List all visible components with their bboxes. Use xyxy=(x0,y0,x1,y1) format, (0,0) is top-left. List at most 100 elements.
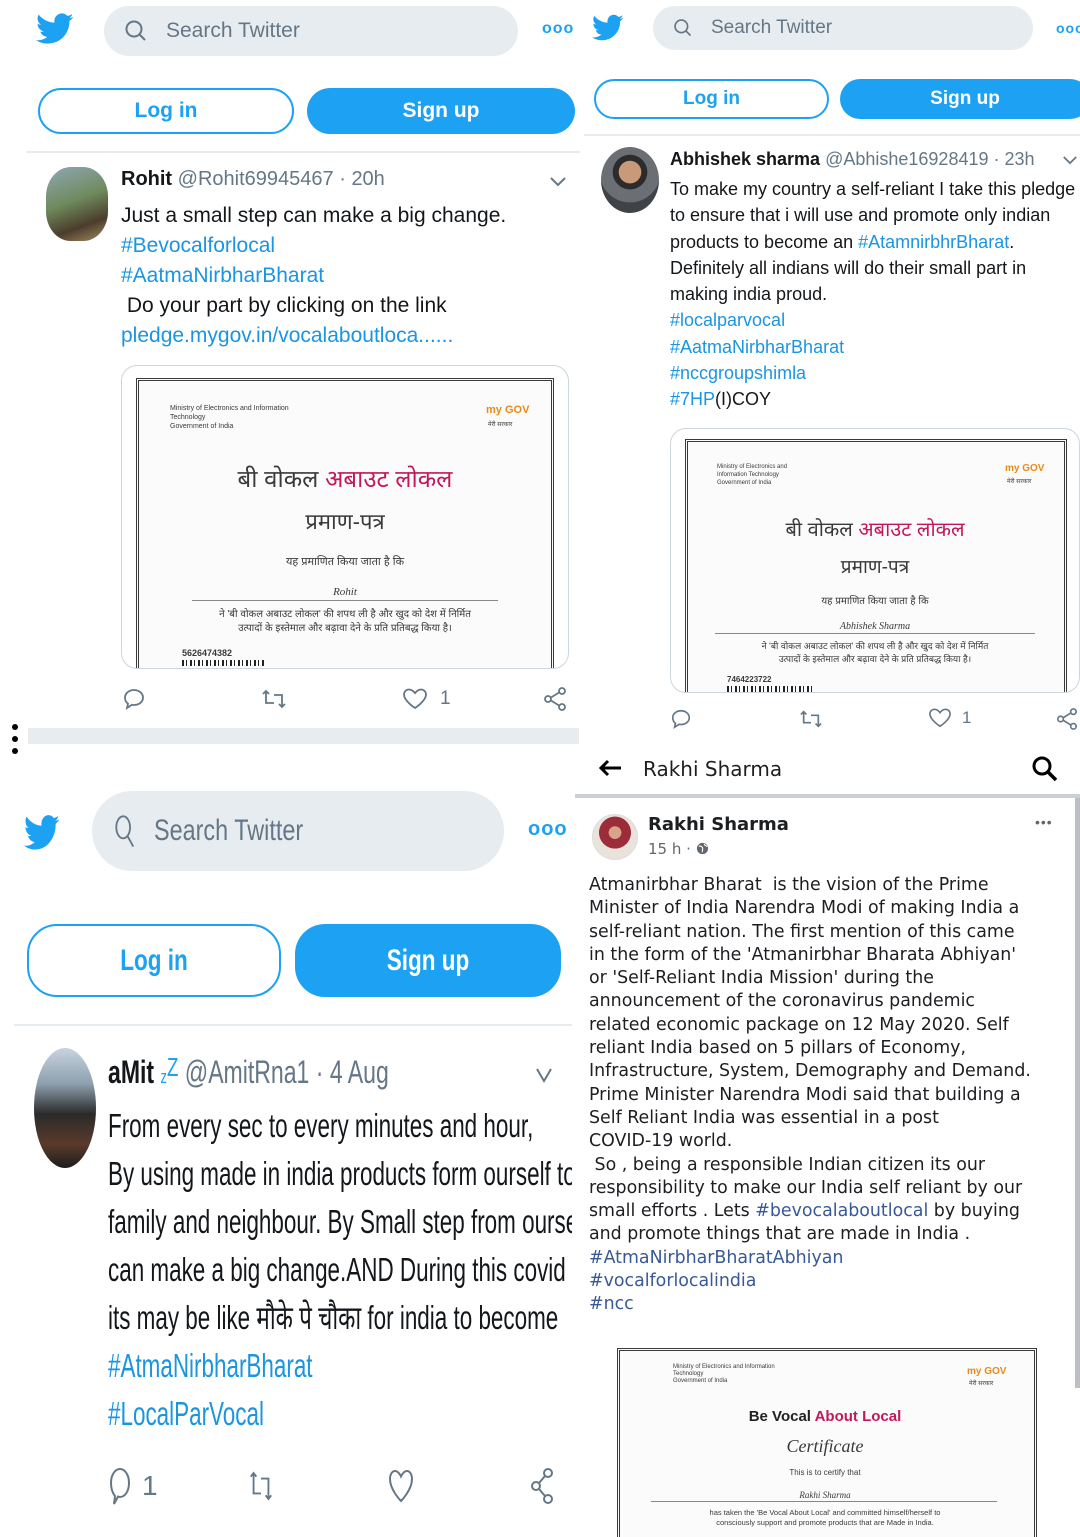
tweet-time[interactable]: 20h xyxy=(351,168,384,190)
heart-icon xyxy=(388,1469,414,1503)
page-title: Rakhi Sharma xyxy=(643,757,783,781)
reply-button[interactable]: 1 xyxy=(108,1466,158,1506)
hashtag[interactable]: #AtmaNirbharBharat xyxy=(108,1342,572,1390)
avatar[interactable] xyxy=(46,167,108,241)
hashtag[interactable]: #LocalParVocal xyxy=(108,1390,572,1438)
search-placeholder: Search Twitter xyxy=(711,17,833,38)
hashtag[interactable]: #vocalforlocalindia xyxy=(589,1270,1031,1293)
reply-button[interactable] xyxy=(122,687,146,711)
login-button[interactable]: Log in xyxy=(594,79,829,119)
reply-icon xyxy=(124,689,144,710)
tweet-panel-abhishek: Search Twitter ooo Log in Sign up Abhish… xyxy=(584,0,1080,745)
login-button[interactable]: Log in xyxy=(27,924,281,997)
twitter-bird-icon[interactable] xyxy=(592,14,624,42)
chevron-down-icon[interactable] xyxy=(535,1066,553,1084)
mygov-logo: my GOV xyxy=(1005,463,1045,474)
twitter-bird-icon[interactable] xyxy=(36,12,74,46)
hashtag[interactable]: #nccgroupshimla xyxy=(670,360,1075,386)
signup-button[interactable]: Sign up xyxy=(295,924,561,997)
more-icon[interactable]: ooo xyxy=(542,20,574,38)
hashtag[interactable]: #ncc xyxy=(589,1293,1031,1316)
tweet-header: Rohit @Rohit69945467 · 20h xyxy=(121,168,385,190)
scroll-divider xyxy=(28,728,579,744)
hashtag[interactable]: #localparvocal xyxy=(670,307,1075,333)
user-handle[interactable]: @AmitRna1 xyxy=(185,1054,310,1090)
search-bar[interactable]: Search Twitter xyxy=(653,6,1033,50)
search-bar[interactable]: Search Twitter xyxy=(92,791,504,871)
hashtag[interactable]: #AtmaNirbharBharatAbhiyan xyxy=(589,1247,1031,1270)
like-button[interactable] xyxy=(388,1468,414,1504)
barcode xyxy=(727,686,813,692)
signature: Rohit xyxy=(333,586,357,598)
post-time[interactable]: 15 h xyxy=(648,840,681,858)
avatar[interactable] xyxy=(34,1048,96,1168)
heart-icon xyxy=(403,688,427,710)
signup-button[interactable]: Sign up xyxy=(307,88,575,134)
back-arrow-icon[interactable] xyxy=(597,758,623,778)
user-name[interactable]: Rohit xyxy=(121,168,172,190)
scrollbar[interactable] xyxy=(1075,798,1080,1388)
tweet-time[interactable]: 23h xyxy=(1005,149,1035,169)
share-button[interactable] xyxy=(1056,707,1078,731)
retweet-button[interactable] xyxy=(798,708,824,730)
twitter-bird-icon[interactable] xyxy=(24,804,60,856)
user-name[interactable]: aMit xyxy=(108,1054,154,1090)
hashtag[interactable]: #7HP xyxy=(670,389,715,409)
post-author[interactable]: Rakhi Sharma xyxy=(648,814,789,835)
user-handle[interactable]: @Rohit69945467 xyxy=(178,168,334,190)
divider xyxy=(14,1024,572,1026)
certificate-image[interactable]: Ministry of Electronics and Information … xyxy=(615,1346,1037,1537)
certificate-title: बी वोकल अबाउट लोकल xyxy=(785,519,965,541)
search-placeholder: Search Twitter xyxy=(154,814,304,847)
certificate-title: Be Vocal About Local xyxy=(748,1408,902,1425)
certificate-number: 5626474382 xyxy=(182,648,233,658)
post-body: Atmanirbhar Bharat is the vision of the … xyxy=(589,874,1031,1317)
reply-icon xyxy=(671,709,691,730)
post-meta: 15 h · xyxy=(648,840,709,858)
tweet-text: Just a small step can make a big change.… xyxy=(121,201,506,351)
avatar[interactable] xyxy=(601,147,659,213)
certificate-title: बी वोकल अबाउट लोकल xyxy=(237,466,453,493)
signature: Rakhi Sharma xyxy=(799,1490,851,1500)
globe-icon xyxy=(696,842,708,855)
retweet-button[interactable] xyxy=(260,687,288,711)
certificate-image[interactable]: Ministry of Electronics and Information … xyxy=(121,365,569,669)
pledge-link[interactable]: pledge.mygov.in/vocalaboutloca...... xyxy=(121,321,506,351)
user-handle[interactable]: @Abhishe16928419 xyxy=(825,149,988,169)
avatar[interactable] xyxy=(592,814,638,860)
divider xyxy=(26,151,580,153)
more-vertical-icon[interactable] xyxy=(12,724,18,754)
hashtag[interactable]: #Bevocalforlocal xyxy=(121,231,506,261)
retweet-icon xyxy=(262,689,286,709)
like-count: 1 xyxy=(440,688,451,709)
share-button[interactable] xyxy=(543,686,567,712)
more-icon[interactable]: ooo xyxy=(1056,20,1080,36)
chevron-down-icon[interactable] xyxy=(1062,155,1078,166)
search-bar[interactable]: Search Twitter xyxy=(104,6,518,56)
hashtag[interactable]: #AatmaNirbharBharat xyxy=(121,261,506,291)
search-icon[interactable] xyxy=(1031,755,1059,783)
tweet-time[interactable]: 4 Aug xyxy=(330,1054,389,1090)
like-button[interactable]: 1 xyxy=(928,707,971,729)
tweet-panel-amit: Search Twitter ooo Log in Sign up aMit z… xyxy=(0,770,572,1537)
certificate-image[interactable]: Ministry of Electronics and Information … xyxy=(670,428,1080,693)
like-button[interactable]: 1 xyxy=(402,687,451,711)
post-more-icon[interactable]: ••• xyxy=(1035,814,1053,830)
share-icon xyxy=(531,1468,553,1504)
signature: Abhishek Sharma xyxy=(839,621,911,632)
retweet-icon xyxy=(800,710,822,728)
share-button[interactable] xyxy=(530,1466,554,1506)
hashtag[interactable]: #AatmaNirbharBharat xyxy=(670,334,1075,360)
tweet-panel-rohit: Search Twitter ooo Log in Sign up Rohit … xyxy=(0,0,580,740)
hashtag[interactable]: #bevocalaboutlocal xyxy=(755,1201,928,1221)
like-count: 1 xyxy=(962,708,972,727)
more-icon[interactable]: ooo xyxy=(528,818,568,841)
user-name[interactable]: Abhishek sharma xyxy=(670,149,820,169)
divider xyxy=(584,134,1080,136)
reply-button[interactable] xyxy=(670,708,692,730)
login-button[interactable]: Log in xyxy=(38,88,294,134)
signup-button[interactable]: Sign up xyxy=(840,79,1080,119)
hashtag[interactable]: #AtamnirbhrBharat xyxy=(858,232,1009,252)
retweet-button[interactable] xyxy=(248,1468,274,1504)
chevron-down-icon[interactable] xyxy=(549,176,567,188)
